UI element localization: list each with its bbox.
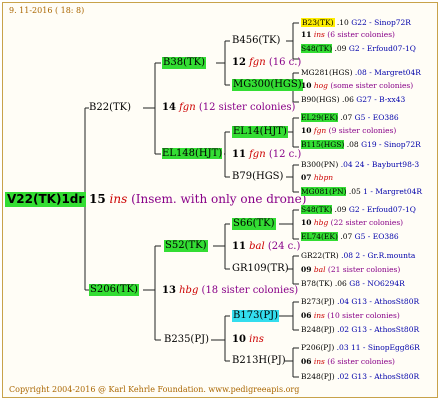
queen-el14: EL14(HJT) — [232, 126, 288, 138]
queen-b213h: B213H(PJ) — [232, 355, 286, 366]
g4-row: MG081(PN) .05 1 - Margret04R — [301, 187, 423, 196]
g4-row: 10 hog (some sister colonies) — [301, 81, 414, 90]
queen-b38: B38(TK) — [162, 57, 207, 69]
queen-b173: B173(PJ) — [232, 310, 279, 322]
g4-row: B23(TK) .10 G22 - Sinop72R — [301, 18, 411, 27]
g4-row: 06 ins (6 sister colonies) — [301, 357, 395, 366]
g4-row: S48(TK) .09 G2 - Erfoud07-1Q — [301, 205, 416, 214]
g4-row: 06 ins (10 sister colonies) — [301, 311, 400, 320]
root-queen: V22(TK)1dr — [5, 192, 87, 207]
queen-b79: B79(HGS) — [232, 171, 284, 182]
root-info: 15 ins (Insem. with only one drone) — [89, 192, 307, 206]
g4-row: B273(PJ) .04 G13 - AthosSt80R — [301, 297, 420, 306]
info-el148: 11 fgn (12 c.) — [232, 149, 302, 160]
info-b38: 12 fgn (16 c.) — [232, 57, 302, 68]
queen-s66: S66(TK) — [232, 218, 276, 230]
g4-row: GR22(TR) .08 2 - Gr.R.mounta — [301, 251, 416, 260]
sire-queen: B22(TK) — [89, 102, 132, 113]
g4-row: EL74(EK) .07 G5 - EO386 — [301, 232, 399, 241]
info-b235: 10 ins — [232, 334, 264, 345]
info-b22: 14 fgn (12 sister colonies) — [162, 102, 296, 113]
queen-b235: B235(PJ) — [164, 334, 209, 345]
info-s206: 13 hbg (18 sister colonies) — [162, 285, 299, 296]
g4-row: S48(TK) .09 G2 - Erfoud07-1Q — [301, 44, 416, 53]
info-s52: 11 bal (24 c.) — [232, 241, 301, 252]
g4-row: EL29(EK) .07 G5 - EO386 — [301, 113, 399, 122]
copyright-text: Copyright 2004-2016 @ Karl Kehrle Founda… — [9, 385, 300, 394]
g4-row: 10 hbg (22 sister colonies) — [301, 218, 404, 227]
g4-row: 10 fgn (9 sister colonies) — [301, 126, 397, 135]
g4-row: B248(PJ) .02 G13 - AthosSt80R — [301, 372, 420, 381]
g4-row: 07 hbpn — [301, 173, 334, 182]
g4-row: B248(PJ) .02 G13 - AthosSt80R — [301, 325, 420, 334]
queen-b456: B456(TK) — [232, 35, 281, 46]
g4-row: B115(HGS) .08 G19 - Sinop72R — [301, 140, 421, 149]
date-label: 9. 11-2016 ( 18: 8) — [9, 6, 85, 15]
queen-s52: S52(TK) — [164, 240, 208, 252]
g4-row: MG281(HGS) .08 - Margret04R — [301, 68, 421, 77]
queen-mg300: MG300(HGS) — [232, 79, 303, 91]
dam-queen: S206(TK) — [89, 284, 139, 296]
queen-el148: EL148(HJT) — [162, 148, 223, 159]
g4-row: P206(PJ) .03 11 - SinopEgg86R — [301, 343, 420, 352]
g4-row: B78(TK) .06 G8 - NO6294R — [301, 279, 405, 288]
queen-gr109: GR109(TR) — [232, 263, 289, 274]
pedigree-frame: 9. 11-2016 ( 18: 8) Copyright 2004-2016 … — [2, 2, 438, 398]
g4-row: 11 ins (6 sister colonies) — [301, 30, 395, 39]
g4-row: 09 bal (21 sister colonies) — [301, 265, 401, 274]
g4-row: B300(PN) .04 24 - Bayburt98-3 — [301, 160, 420, 169]
g4-row: B90(HGS) .06 G27 - B-xx43 — [301, 95, 406, 104]
